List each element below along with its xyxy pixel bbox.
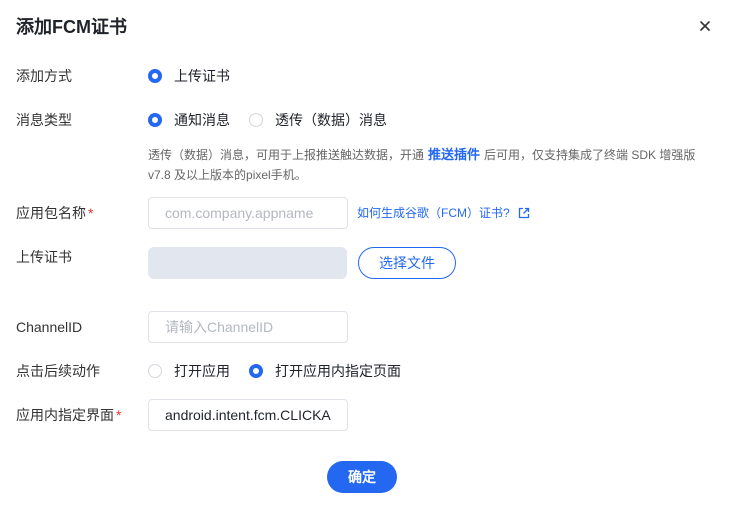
help-line-1: 透传（数据）消息，可用于上报推送触达数据，开通 推送插件 后可用，仅支持集成了终端 …: [148, 145, 695, 165]
add-method-label: 添加方式: [16, 68, 72, 84]
package-name-input[interactable]: [148, 197, 348, 229]
help-text-before: 透传（数据）消息，可用于上报推送触达数据，开通: [148, 148, 425, 162]
choose-file-button[interactable]: 选择文件: [358, 247, 456, 279]
dialog-title: 添加FCM证书: [16, 17, 127, 37]
channel-id-input[interactable]: [148, 311, 348, 343]
click-action-option-open-app[interactable]: 打开应用: [148, 361, 230, 381]
external-link-icon: [518, 207, 529, 219]
fcm-certificate-guide-link[interactable]: 如何生成谷歌（FCM）证书?: [357, 203, 530, 223]
help-text-after: 后可用，仅支持集成了终端 SDK 增强版: [484, 148, 696, 162]
message-type-help-text: 透传（数据）消息，可用于上报推送触达数据，开通 推送插件 后可用，仅支持集成了终端 …: [148, 145, 695, 185]
upload-certificate-label: 上传证书: [16, 249, 72, 265]
target-page-input[interactable]: [148, 399, 348, 431]
target-page-label-text: 应用内指定界面: [16, 407, 114, 423]
add-method-option-upload[interactable]: 上传证书: [148, 66, 230, 86]
package-name-label-text: 应用包名称: [16, 205, 86, 221]
confirm-button[interactable]: 确定: [327, 461, 397, 493]
radio-button[interactable]: [249, 364, 263, 378]
radio-label: 打开应用: [174, 363, 230, 379]
radio-label: 打开应用内指定页面: [275, 363, 401, 379]
add-fcm-certificate-dialog: 添加FCM证书 添加方式 上传证书 消息类型 通知消息 透传（数据）消息 透传（…: [0, 0, 736, 512]
message-type-option-passthrough[interactable]: 透传（数据）消息: [249, 110, 387, 130]
push-plugin-link[interactable]: 推送插件: [428, 147, 480, 162]
fcm-certificate-guide-link-text: 如何生成谷歌（FCM）证书?: [357, 206, 510, 220]
message-type-option-notification[interactable]: 通知消息: [148, 110, 230, 130]
radio-button[interactable]: [148, 69, 162, 83]
radio-label: 上传证书: [174, 68, 230, 84]
close-icon[interactable]: [700, 21, 710, 31]
radio-button[interactable]: [148, 113, 162, 127]
click-action-label: 点击后续动作: [16, 363, 100, 379]
radio-button[interactable]: [249, 113, 263, 127]
package-name-label: 应用包名称 *: [16, 203, 93, 223]
upload-file-display: [148, 247, 347, 279]
click-action-option-open-page[interactable]: 打开应用内指定页面: [249, 361, 401, 381]
radio-label: 透传（数据）消息: [275, 112, 387, 128]
radio-button[interactable]: [148, 364, 162, 378]
required-mark: *: [116, 407, 122, 423]
radio-label: 通知消息: [174, 112, 230, 128]
message-type-label: 消息类型: [16, 112, 72, 128]
required-mark: *: [88, 205, 94, 221]
help-line-2: v7.8 及以上版本的pixel手机。: [148, 168, 307, 182]
channel-id-label: ChannelID: [16, 319, 83, 335]
target-page-label: 应用内指定界面 *: [16, 405, 121, 425]
